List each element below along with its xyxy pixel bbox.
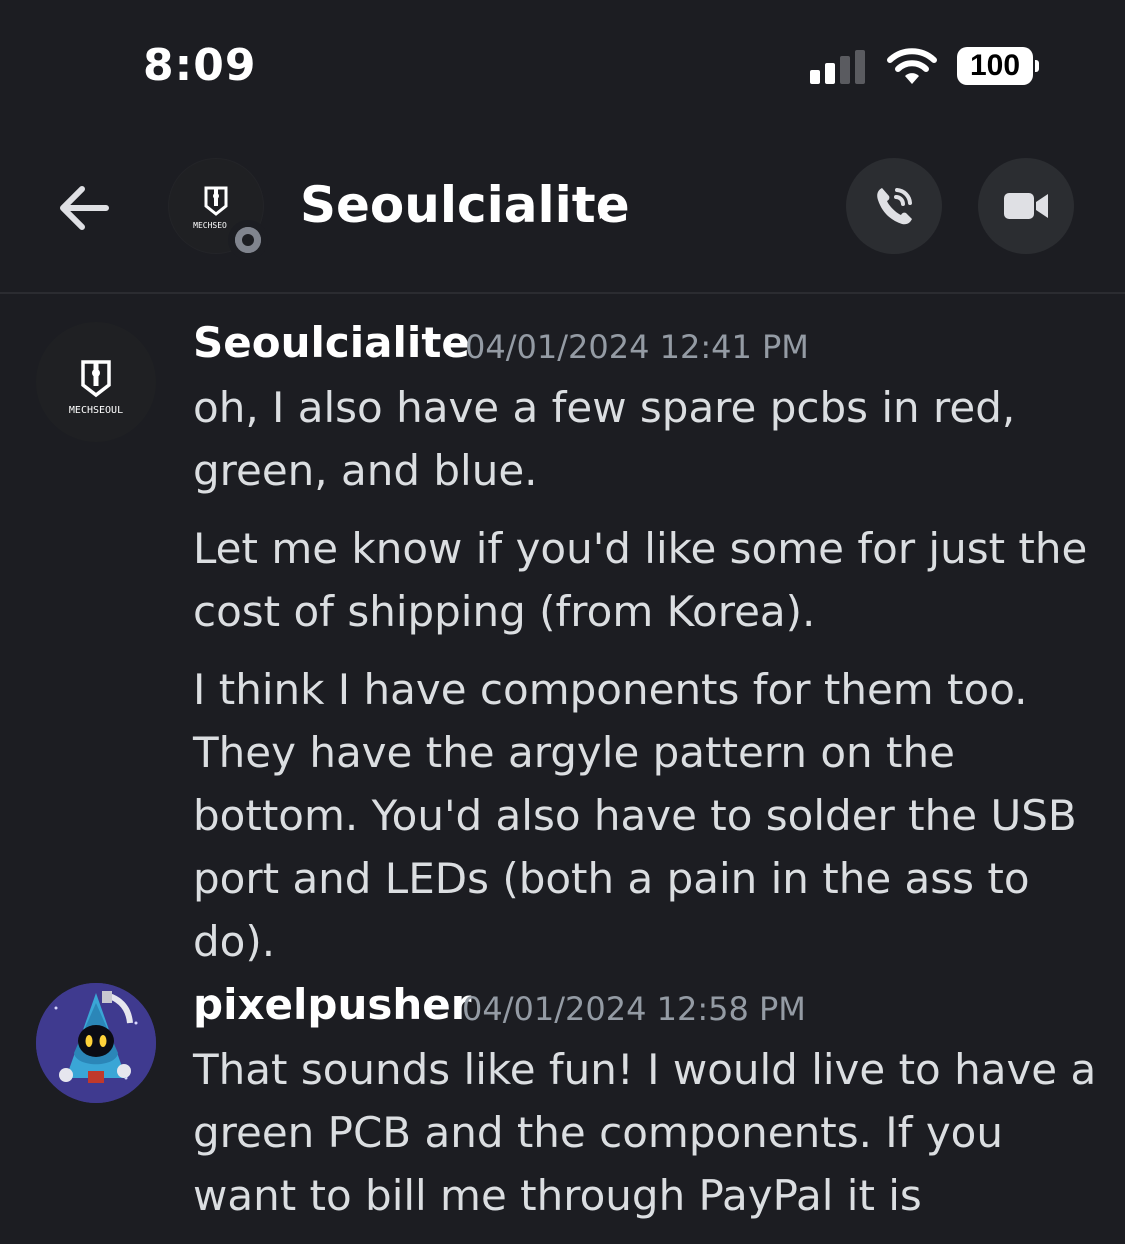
status-bar: 8:09 100 (0, 0, 1125, 130)
timestamp: 04/01/2024 12:41 PM (465, 328, 809, 366)
presence-status-icon (228, 220, 268, 260)
message-paragraph: oh, I also have a few spare pcbs in red,… (193, 383, 1016, 495)
voice-call-button[interactable] (846, 158, 942, 254)
chat-header: MECHSEO Seoulcialite › (0, 130, 1125, 294)
message-paragraph: I think I have components for them too. … (193, 665, 1077, 966)
svg-text:MECHSEO: MECHSEO (193, 221, 227, 230)
message-content: oh, I also have a few spare pcbs in red,… (193, 376, 1098, 988)
username[interactable]: pixelpusher (193, 980, 472, 1029)
avatar[interactable] (36, 983, 156, 1103)
channel-title[interactable]: Seoulcialite (300, 176, 630, 234)
clock: 8:09 (143, 40, 257, 91)
video-call-button[interactable] (978, 158, 1074, 254)
phone-call-icon (877, 188, 912, 225)
chevron-right-icon[interactable]: › (596, 186, 612, 232)
username[interactable]: Seoulcialite (193, 318, 470, 367)
battery-icon: 100 (957, 47, 1041, 85)
timestamp: 04/01/2024 12:58 PM (462, 990, 806, 1028)
wifi-icon (887, 48, 937, 84)
message-paragraph: That sounds like fun! I would live to ha… (193, 1045, 1097, 1220)
video-camera-icon (1004, 193, 1048, 219)
battery-level: 100 (957, 47, 1033, 85)
back-arrow-icon[interactable] (52, 176, 116, 240)
message-content: That sounds like fun! I would live to ha… (193, 1038, 1098, 1242)
message-paragraph: Let me know if you'd like some for just … (193, 524, 1088, 636)
hooded-character-avatar-icon (36, 983, 156, 1103)
cellular-signal-icon (810, 50, 865, 84)
avatar[interactable]: MECHSEOUL (36, 322, 156, 442)
svg-text:MECHSEOUL: MECHSEOUL (69, 405, 123, 416)
mechseoul-logo-icon: MECHSEOUL (69, 360, 123, 416)
